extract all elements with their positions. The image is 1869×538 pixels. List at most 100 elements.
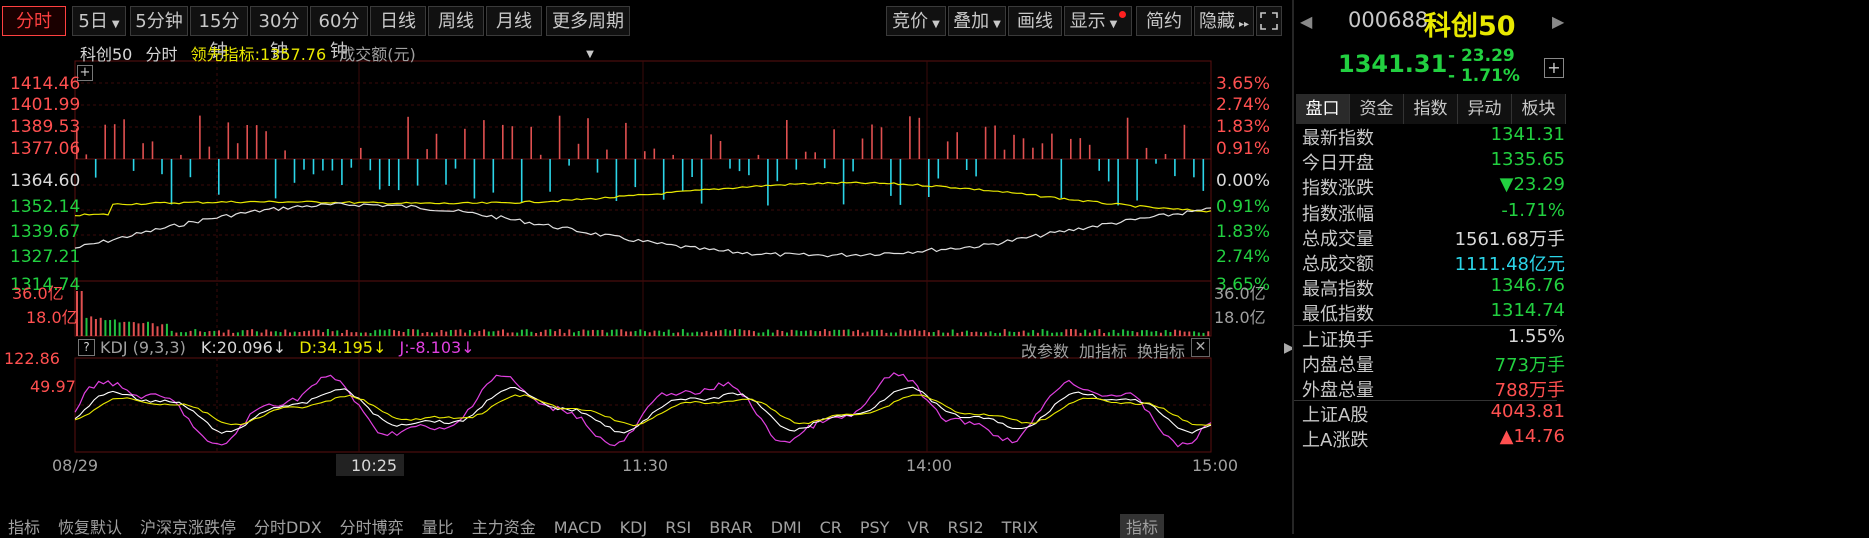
amount-bar xyxy=(303,159,305,170)
more-periods-button[interactable]: 更多周期▼ xyxy=(546,6,630,60)
switch-indicator-button[interactable]: 换指标 xyxy=(1137,338,1185,362)
quote-row: 上证换手 1.55% xyxy=(1302,326,1565,351)
volume-bar xyxy=(1188,331,1191,336)
price-change: - 23.29 xyxy=(1448,46,1515,66)
panel-tab[interactable]: 异动 xyxy=(1458,94,1512,124)
volume-bar xyxy=(440,330,443,336)
volume-bar xyxy=(487,331,490,336)
change-params-button[interactable]: 改参数 xyxy=(1021,338,1069,362)
volume-bar xyxy=(1178,330,1181,336)
indicator-tab[interactable]: 沪深京涨跌停 xyxy=(140,518,236,537)
volume-bar xyxy=(563,332,566,336)
amount-bar xyxy=(132,159,135,171)
help-icon[interactable]: ? xyxy=(78,339,95,356)
double-chevron-right-icon: ▸▸ xyxy=(1238,19,1250,30)
volume-bar xyxy=(1150,331,1153,336)
auction-button[interactable]: 竞价 ▼ xyxy=(886,6,946,36)
volume-bar xyxy=(857,329,859,336)
indicator-tab[interactable]: KDJ xyxy=(620,518,648,537)
indicator-tab[interactable]: 主力资金 xyxy=(472,518,536,537)
quote-row: 今日开盘 1335.65 xyxy=(1302,149,1565,174)
volume-bar xyxy=(246,330,249,336)
intraday-chart[interactable]: 科创50 分时 领先指标:1357.76 成交额(元) + 1414.46 140… xyxy=(0,40,1283,534)
overlay-button[interactable]: 叠加 ▼ xyxy=(948,6,1006,36)
volume-bar xyxy=(885,332,888,336)
prev-security-icon[interactable]: ◀ xyxy=(1300,12,1312,31)
volume-bar xyxy=(786,332,788,336)
volume-bar xyxy=(530,331,533,336)
indicator-tab[interactable]: 分时DDX xyxy=(254,518,322,537)
indicator-tab[interactable]: VR xyxy=(907,518,929,537)
period-day-button[interactable]: 日线 xyxy=(370,6,426,36)
indicator-tab[interactable]: MACD xyxy=(554,518,602,537)
indicator-tab[interactable]: RSI xyxy=(665,518,691,537)
indicator-tab[interactable]: 恢复默认 xyxy=(58,518,122,537)
period-15min-button[interactable]: 15分钟 xyxy=(190,6,248,62)
chart-grid xyxy=(75,61,1211,452)
period-intraday-button[interactable]: 分时 xyxy=(2,6,66,36)
amount-bar xyxy=(1003,149,1006,159)
volume-bar xyxy=(208,331,211,336)
volume-bar xyxy=(989,331,992,336)
indicator-tab[interactable]: TRIX xyxy=(1002,518,1039,537)
add-watchlist-icon[interactable]: + xyxy=(1544,58,1564,78)
panel-tab[interactable]: 盘口 xyxy=(1296,94,1350,124)
amount-bar xyxy=(786,120,788,159)
indicator-tab[interactable]: 指标 xyxy=(8,518,40,537)
volume-bar xyxy=(525,329,528,336)
panel-tab[interactable]: 资金 xyxy=(1350,94,1404,124)
volume-bar xyxy=(913,329,916,336)
quote-row: 内盘总量 773万手 xyxy=(1302,351,1565,376)
volume-bar xyxy=(1027,332,1030,336)
display-button[interactable]: 显示 ▼ xyxy=(1064,6,1132,36)
volume-bar xyxy=(1060,332,1063,336)
indicator-tab[interactable]: CR xyxy=(820,518,842,537)
period-week-button[interactable]: 周线 xyxy=(428,6,484,36)
amount-bar xyxy=(520,159,523,203)
percent-axis-tick: 1.83% xyxy=(1216,222,1271,242)
amount-bar xyxy=(748,159,750,176)
add-indicator-button[interactable]: 加指标 xyxy=(1079,338,1127,362)
period-5day-button[interactable]: 5日 ▼ xyxy=(72,6,126,36)
amount-bar xyxy=(814,152,816,159)
quote-row-value: 1335.65 xyxy=(1490,149,1565,171)
hide-button[interactable]: 隐藏 ▸▸ xyxy=(1194,6,1254,36)
close-icon[interactable]: ✕ xyxy=(1191,338,1210,357)
indicator-tab[interactable]: PSY xyxy=(860,518,890,537)
time-label-end: 15:00 xyxy=(1192,456,1239,475)
panel-tab[interactable]: 板块 xyxy=(1512,94,1566,124)
amount-bar xyxy=(871,124,873,159)
volume-bar xyxy=(203,332,206,336)
indicator-tab[interactable]: 指标 xyxy=(1120,514,1165,538)
volume-bar xyxy=(696,331,699,336)
volume-bar xyxy=(459,329,462,336)
volume-bar xyxy=(1136,332,1139,336)
volume-bar xyxy=(965,330,968,336)
simple-mode-button[interactable]: 简约 xyxy=(1136,6,1192,36)
volume-bar xyxy=(516,332,519,336)
amount-bar xyxy=(218,159,220,195)
panel-tab[interactable]: 指数 xyxy=(1404,94,1458,124)
volume-bar xyxy=(483,329,486,336)
volume-bar xyxy=(1032,330,1035,336)
volume-bar xyxy=(293,331,296,336)
volume-bar xyxy=(435,332,438,336)
indicator-tab[interactable]: BRAR xyxy=(709,518,753,537)
indicator-tab[interactable]: DMI xyxy=(771,518,802,537)
volume-bar xyxy=(890,332,893,336)
collapse-panel-icon[interactable]: ▶ xyxy=(1284,340,1295,370)
period-month-button[interactable]: 月线 xyxy=(486,6,542,36)
indicator-tab[interactable]: RSI2 xyxy=(948,518,984,537)
draw-line-button[interactable]: 画线 xyxy=(1008,6,1062,36)
volume-bar xyxy=(1122,329,1125,336)
time-label-afternoon: 14:00 xyxy=(906,456,953,475)
fullscreen-button[interactable] xyxy=(1256,6,1282,36)
volume-bar xyxy=(502,329,504,336)
indicator-tab[interactable]: 量比 xyxy=(422,518,454,537)
next-security-icon[interactable]: ▶ xyxy=(1552,12,1564,31)
period-60min-button[interactable]: 60分钟 xyxy=(310,6,368,62)
indicator-tab[interactable]: 分时博弈 xyxy=(340,518,404,537)
volume-bar xyxy=(1164,330,1167,336)
period-5min-button[interactable]: 5分钟 xyxy=(130,6,188,36)
period-30min-button[interactable]: 30分钟 xyxy=(250,6,308,62)
